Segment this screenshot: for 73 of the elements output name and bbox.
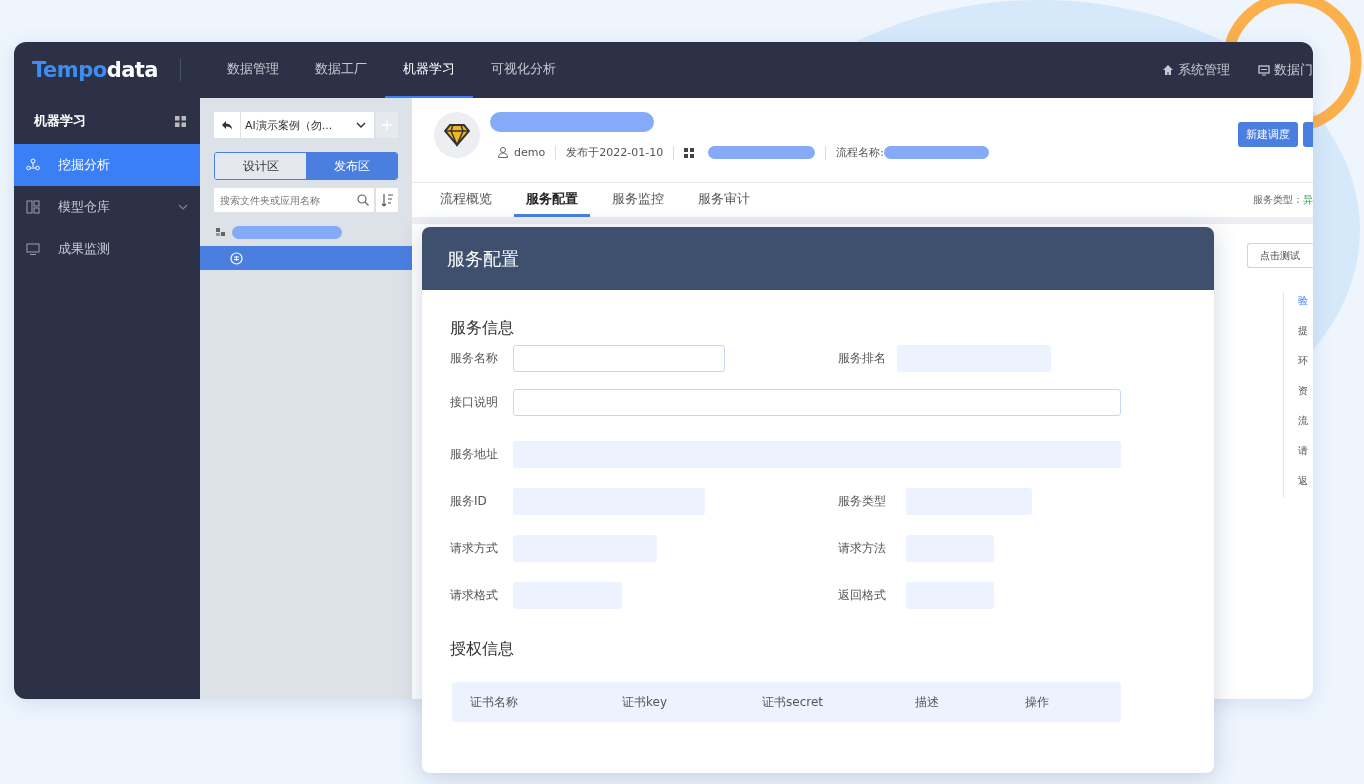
- section-title: 服务信息: [450, 318, 515, 339]
- sort-icon: [381, 193, 393, 207]
- top-link[interactable]: 系统管理: [1162, 61, 1230, 79]
- author-label: demo: [498, 146, 546, 159]
- sidebar-item[interactable]: 挖掘分析: [14, 144, 200, 186]
- sidebar-item[interactable]: 模型仓库: [14, 186, 200, 228]
- outline-link[interactable]: 请: [1298, 444, 1313, 458]
- column-header: 证书key: [622, 693, 668, 711]
- nav-tab[interactable]: 可视化分析: [473, 42, 575, 98]
- field-label: 请求方式: [450, 540, 499, 557]
- column-header: 证书名称: [470, 693, 519, 711]
- field-label: 服务排名: [838, 350, 887, 367]
- sidebar-item[interactable]: 成果监测: [14, 228, 200, 270]
- top-link[interactable]: 数据门: [1258, 61, 1313, 79]
- search-icon: [357, 194, 369, 206]
- input-field[interactable]: [513, 389, 1121, 416]
- user-icon: [498, 147, 508, 158]
- folder-icon: [216, 227, 226, 237]
- outline-link[interactable]: 返: [1298, 474, 1313, 488]
- plus-icon: [382, 120, 392, 130]
- tab[interactable]: 服务监控: [600, 183, 676, 217]
- nav-tab[interactable]: 数据工厂: [297, 42, 386, 98]
- column-header: 证书secret: [762, 693, 824, 711]
- flow-name-label: 流程名称:: [836, 145, 884, 160]
- monitor-icon: [26, 242, 40, 256]
- nav-tab[interactable]: 数据管理: [209, 42, 298, 98]
- field-label: 请求格式: [450, 587, 499, 604]
- column-header: 操作: [1025, 693, 1049, 711]
- nodes-icon: [26, 158, 40, 172]
- project-dropdown[interactable]: AI演示案例（勿...: [241, 112, 374, 138]
- service-icon: [230, 251, 243, 265]
- outline-link[interactable]: 提: [1298, 324, 1313, 338]
- field-label: 请求方法: [838, 540, 887, 557]
- field-label: 接口说明: [450, 394, 499, 411]
- outline-link[interactable]: 流: [1298, 414, 1313, 428]
- field-label: 服务ID: [450, 493, 488, 510]
- diamond-icon: [444, 123, 470, 147]
- tree-item[interactable]: [200, 246, 412, 270]
- add-button[interactable]: [376, 112, 398, 138]
- back-button[interactable]: [214, 112, 240, 138]
- section-title: 授权信息: [450, 639, 515, 660]
- outline-link[interactable]: 验: [1298, 294, 1313, 308]
- tab[interactable]: 服务审计: [686, 183, 762, 217]
- segment-tab[interactable]: 发布区: [306, 153, 397, 179]
- service-type-label: 服务类型：: [1253, 193, 1303, 207]
- publish-date: 发布于2022-01-10: [566, 145, 664, 160]
- column-header: 描述: [915, 693, 940, 711]
- chevron-icon: [356, 122, 366, 128]
- home-icon: [1162, 64, 1174, 76]
- field-label: 服务名称: [450, 350, 499, 367]
- service-type-value: 异: [1303, 193, 1313, 207]
- sidebar-title: 机器学习: [34, 112, 86, 130]
- logo: Tempodata: [32, 58, 159, 82]
- back-arrow-icon: [221, 120, 233, 130]
- schedule-button[interactable]: 新建调度: [1238, 122, 1298, 147]
- grid-icon: [684, 147, 695, 158]
- monitor-icon: [1258, 64, 1270, 76]
- field-label: 服务类型: [838, 493, 887, 510]
- field-label: 服务地址: [450, 446, 499, 463]
- tab[interactable]: 流程概览: [428, 183, 504, 217]
- chevron-icon: [178, 204, 188, 210]
- outline-link[interactable]: 环: [1298, 354, 1313, 368]
- sort-button[interactable]: [376, 188, 398, 212]
- search-field[interactable]: 搜索文件夹或应用名称: [214, 188, 374, 212]
- button[interactable]: [1303, 122, 1313, 147]
- field-label: 返回格式: [838, 587, 887, 604]
- layout-icon: [26, 200, 40, 214]
- test-button[interactable]: 点击测试: [1247, 243, 1313, 268]
- outline-link[interactable]: 资: [1298, 384, 1313, 398]
- segment-tab[interactable]: 设计区: [215, 153, 306, 179]
- grid-icon: [175, 115, 186, 127]
- dialog-title: 服务配置: [422, 227, 1214, 290]
- input-field[interactable]: [513, 345, 725, 372]
